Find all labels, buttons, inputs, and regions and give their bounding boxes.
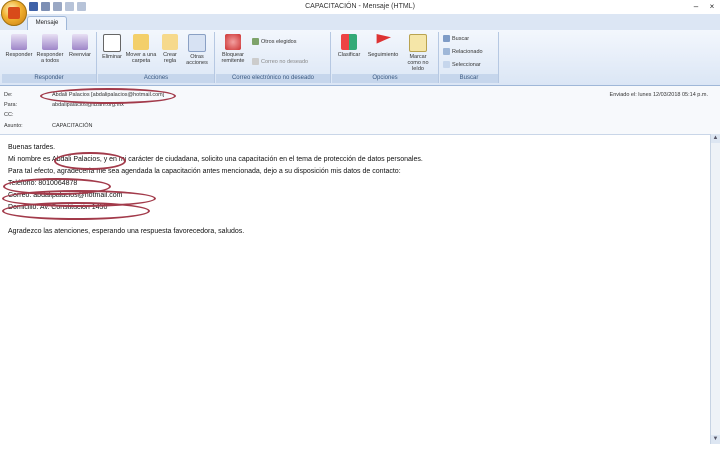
from-label: De: (4, 92, 13, 98)
move-folder-button[interactable]: Mover a una carpeta (125, 34, 157, 64)
body-line-2: Para tal efecto, agradecería me sea agen… (8, 168, 401, 175)
office-logo-icon (8, 7, 20, 19)
cc-label: CC: (4, 112, 14, 118)
sent-date: Enviado el: lunes 12/03/2018 05:14 p.m. (609, 92, 708, 98)
find-icon (443, 35, 450, 42)
forward-icon (72, 34, 88, 50)
body-closing: Agradezco las atenciones, esperando una … (8, 228, 245, 235)
delete-icon (103, 34, 121, 52)
group-label-junk: Correo electrónico no deseado (216, 74, 330, 83)
body-email[interactable]: Correo: abdalipalacios@hotmail.com (8, 190, 688, 202)
envelope-small-icon (252, 58, 259, 65)
other-senders-item[interactable]: Otros elegidos (252, 38, 296, 45)
group-responder: Responder Responder a todos Reenviar Res… (2, 32, 97, 83)
block-icon (225, 34, 241, 50)
block-sender-button[interactable]: Bloquear remitente (218, 34, 248, 64)
subject-row: Asunto: CAPACITACIÓN (4, 123, 92, 129)
ribbon: Responder Responder a todos Reenviar Res… (0, 30, 720, 86)
actions-icon (188, 34, 206, 52)
select-label: Seleccionar (452, 61, 481, 68)
related-item[interactable]: Relacionado (443, 48, 483, 55)
to-value[interactable]: abdalipalacios@itzam.org.mx (52, 102, 124, 108)
mark-unread-label: Marcar como no leído (407, 54, 429, 72)
find-item[interactable]: Buscar (443, 35, 469, 42)
from-value[interactable]: Abdali Palacios [abdalipalacios@hotmail.… (52, 92, 164, 98)
follow-up-label: Seguimiento (367, 52, 399, 58)
office-button[interactable] (1, 0, 27, 26)
title-bar: CAPACITACIÓN - Mensaje (HTML) – × (0, 0, 720, 14)
reply-icon (11, 34, 27, 50)
body-greeting: Buenas tardes. (8, 144, 56, 151)
select-icon (443, 61, 450, 68)
body-address: Domicilio: Av. Constitución 1450 (8, 204, 108, 211)
delete-label: Eliminar (102, 54, 122, 60)
flag-icon (376, 34, 391, 44)
scroll-down-arrow-icon[interactable]: ▼ (711, 435, 720, 444)
mark-unread-button[interactable]: Marcar como no leído (402, 34, 434, 72)
create-rule-label: Crear regla (163, 52, 177, 64)
group-opciones: Clasificar Seguimiento Marcar como no le… (332, 32, 439, 83)
group-acciones: Eliminar Mover a una carpeta Crear regla… (98, 32, 215, 83)
group-label-acciones: Acciones (98, 74, 214, 83)
subject-value: CAPACITACIÓN (52, 123, 93, 129)
close-button[interactable]: × (704, 0, 720, 12)
not-junk-item[interactable]: Correo no deseado (252, 58, 308, 65)
group-label-buscar: Buscar (440, 74, 498, 83)
cc-row: CC: (4, 112, 52, 118)
delete-button[interactable]: Eliminar (100, 34, 124, 60)
subject-label: Asunto: (4, 123, 23, 129)
window-title: CAPACITACIÓN - Mensaje (HTML) (305, 3, 415, 10)
reply-button[interactable]: Responder (4, 34, 34, 58)
category-icon (341, 34, 357, 50)
create-rule-button[interactable]: Crear regla (158, 34, 182, 64)
follow-up-button[interactable]: Seguimiento (366, 34, 400, 58)
vertical-scrollbar[interactable]: ▲ ▼ (710, 134, 720, 444)
envelope-icon (409, 34, 427, 52)
from-row: De: Abdali Palacios [abdalipalacios@hotm… (4, 92, 164, 98)
message-body: Buenas tardes. Mi nombre es Abdali Palac… (8, 142, 688, 238)
select-item[interactable]: Seleccionar (443, 61, 481, 68)
ribbon-tab-bar: Mensaje (0, 14, 720, 31)
group-label-responder: Responder (2, 74, 96, 83)
to-row: Para: abdalipalacios@itzam.org.mx (4, 102, 124, 108)
group-junk: Bloquear remitente Otros elegidos Correo… (216, 32, 331, 83)
reply-all-label: Responder a todos (36, 52, 64, 64)
related-icon (443, 48, 450, 55)
forward-label: Reenviar (68, 52, 91, 58)
reply-label: Responder (5, 52, 33, 58)
reply-all-button[interactable]: Responder a todos (35, 34, 65, 64)
scroll-up-arrow-icon[interactable]: ▲ (711, 134, 720, 143)
reply-all-icon (42, 34, 58, 50)
related-label: Relacionado (452, 48, 483, 55)
not-junk-label: Correo no deseado (261, 58, 309, 65)
rule-icon (162, 34, 178, 50)
tab-mensaje[interactable]: Mensaje (27, 16, 67, 31)
body-phone: Teléfono: 8010064878 (8, 180, 78, 187)
other-senders-label: Otros elegidos (261, 38, 297, 45)
to-label: Para: (4, 102, 18, 108)
user-icon (252, 38, 259, 45)
message-header: De: Abdali Palacios [abdalipalacios@hotm… (0, 86, 720, 135)
categorize-label: Clasificar (337, 52, 361, 58)
forward-button[interactable]: Reenviar (66, 34, 94, 58)
other-actions-label: Otras acciones (186, 54, 208, 66)
move-folder-label: Mover a una carpeta (125, 52, 157, 64)
minimize-button[interactable]: – (688, 0, 704, 12)
folder-icon (133, 34, 149, 50)
block-sender-label: Bloquear remitente (221, 52, 245, 64)
group-buscar: Buscar Relacionado Seleccionar Buscar (440, 32, 499, 83)
other-actions-button[interactable]: Otras acciones (184, 34, 210, 66)
group-label-opciones: Opciones (332, 74, 438, 83)
body-line-1: Mi nombre es Abdali Palacios, y en mi ca… (8, 156, 423, 163)
find-label: Buscar (452, 35, 470, 42)
categorize-button[interactable]: Clasificar (334, 34, 364, 58)
